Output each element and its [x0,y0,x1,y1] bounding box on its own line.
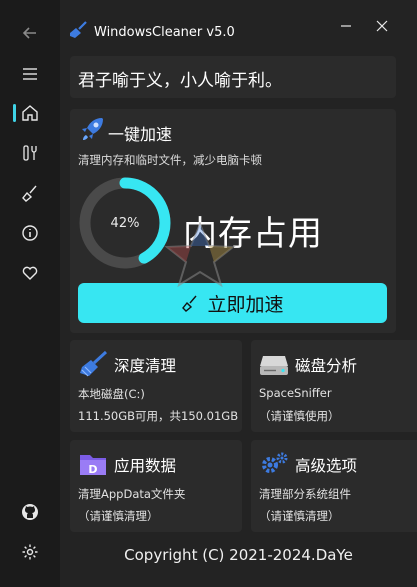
speed-up-button-label: 立即加速 [207,293,284,316]
speed-up-title: 一键加速 [108,125,173,144]
watermark-star-logo [164,222,236,288]
copyright-footer: Copyright (C) 2021-2024.DaYe [124,546,353,564]
deep-clean-title: 深度清理 [114,357,177,375]
app-title: WindowsCleaner v5.0 [94,25,235,40]
menu-icon [23,68,37,80]
settings-icon [22,544,38,560]
deep-clean-space: 111.50GB可用，共150.01GB [78,409,239,423]
quote-banner: 君子喻于义，小人喻于利。 [70,56,396,98]
main-panel: WindowsCleaner v5.0 君子喻于义，小人喻于利。 一键加速 清理… [60,0,417,587]
broom-icon [182,295,198,312]
nav-rail [0,0,60,587]
disk-icon [260,356,288,375]
advanced-options-warning: （请谨慎清理） [259,509,340,523]
close-button[interactable] [370,14,394,38]
github-icon [22,504,38,520]
deep-clean-tile[interactable]: 深度清理 本地磁盘(C:) 111.50GB可用，共150.01GB [70,340,242,432]
advanced-options-tile[interactable]: 高级选项 清理部分系统组件 （请谨慎清理） [251,440,417,532]
memory-percent-label: 42% [110,215,140,231]
disk-analysis-title: 磁盘分析 [295,357,358,375]
nav-item-home[interactable] [14,97,46,129]
app-data-warning: （请谨慎清理） [78,509,159,523]
menu-button[interactable] [14,58,46,90]
app-data-desc: 清理AppData文件夹 [78,487,186,501]
disk-analysis-tool: SpaceSniffer [259,386,332,400]
disk-analysis-tile[interactable]: 磁盘分析 SpaceSniffer （请谨慎使用） [251,340,417,432]
nav-item-clean[interactable] [14,177,46,209]
broom-icon [80,350,108,377]
speed-up-subtitle: 清理内存和临时文件，减少电脑卡顿 [78,153,262,167]
nav-item-tools[interactable] [14,137,46,169]
home-icon [22,105,38,121]
advanced-options-title: 高级选项 [295,457,358,475]
speed-up-card: 一键加速 清理内存和临时文件，减少电脑卡顿 42% 内存占用 立即加速 [70,109,396,333]
advanced-options-desc: 清理部分系统组件 [259,487,351,501]
title-bar: WindowsCleaner v5.0 [60,0,417,48]
broom-icon [70,21,87,38]
deep-clean-drive: 本地磁盘(C:) [78,387,145,401]
tools-icon [23,145,37,161]
info-icon [22,225,38,241]
app-data-title: 应用数据 [114,457,177,475]
disk-analysis-warning: （请谨慎使用） [259,409,340,423]
gears-icon [262,452,288,473]
settings-button[interactable] [14,536,46,568]
nav-item-about[interactable] [14,217,46,249]
github-button[interactable] [14,496,46,528]
close-icon [376,20,388,32]
broom-icon [22,185,37,202]
heart-icon [22,266,38,280]
back-button[interactable] [14,17,46,49]
folder-icon: D [80,455,106,476]
back-arrow-icon [22,27,36,39]
minimize-icon [341,25,351,27]
rocket-icon [82,118,103,140]
app-data-tile[interactable]: D 应用数据 清理AppData文件夹 （请谨慎清理） [70,440,242,532]
nav-item-donate[interactable] [14,257,46,289]
minimize-button[interactable] [334,14,358,38]
svg-text:D: D [88,463,97,476]
